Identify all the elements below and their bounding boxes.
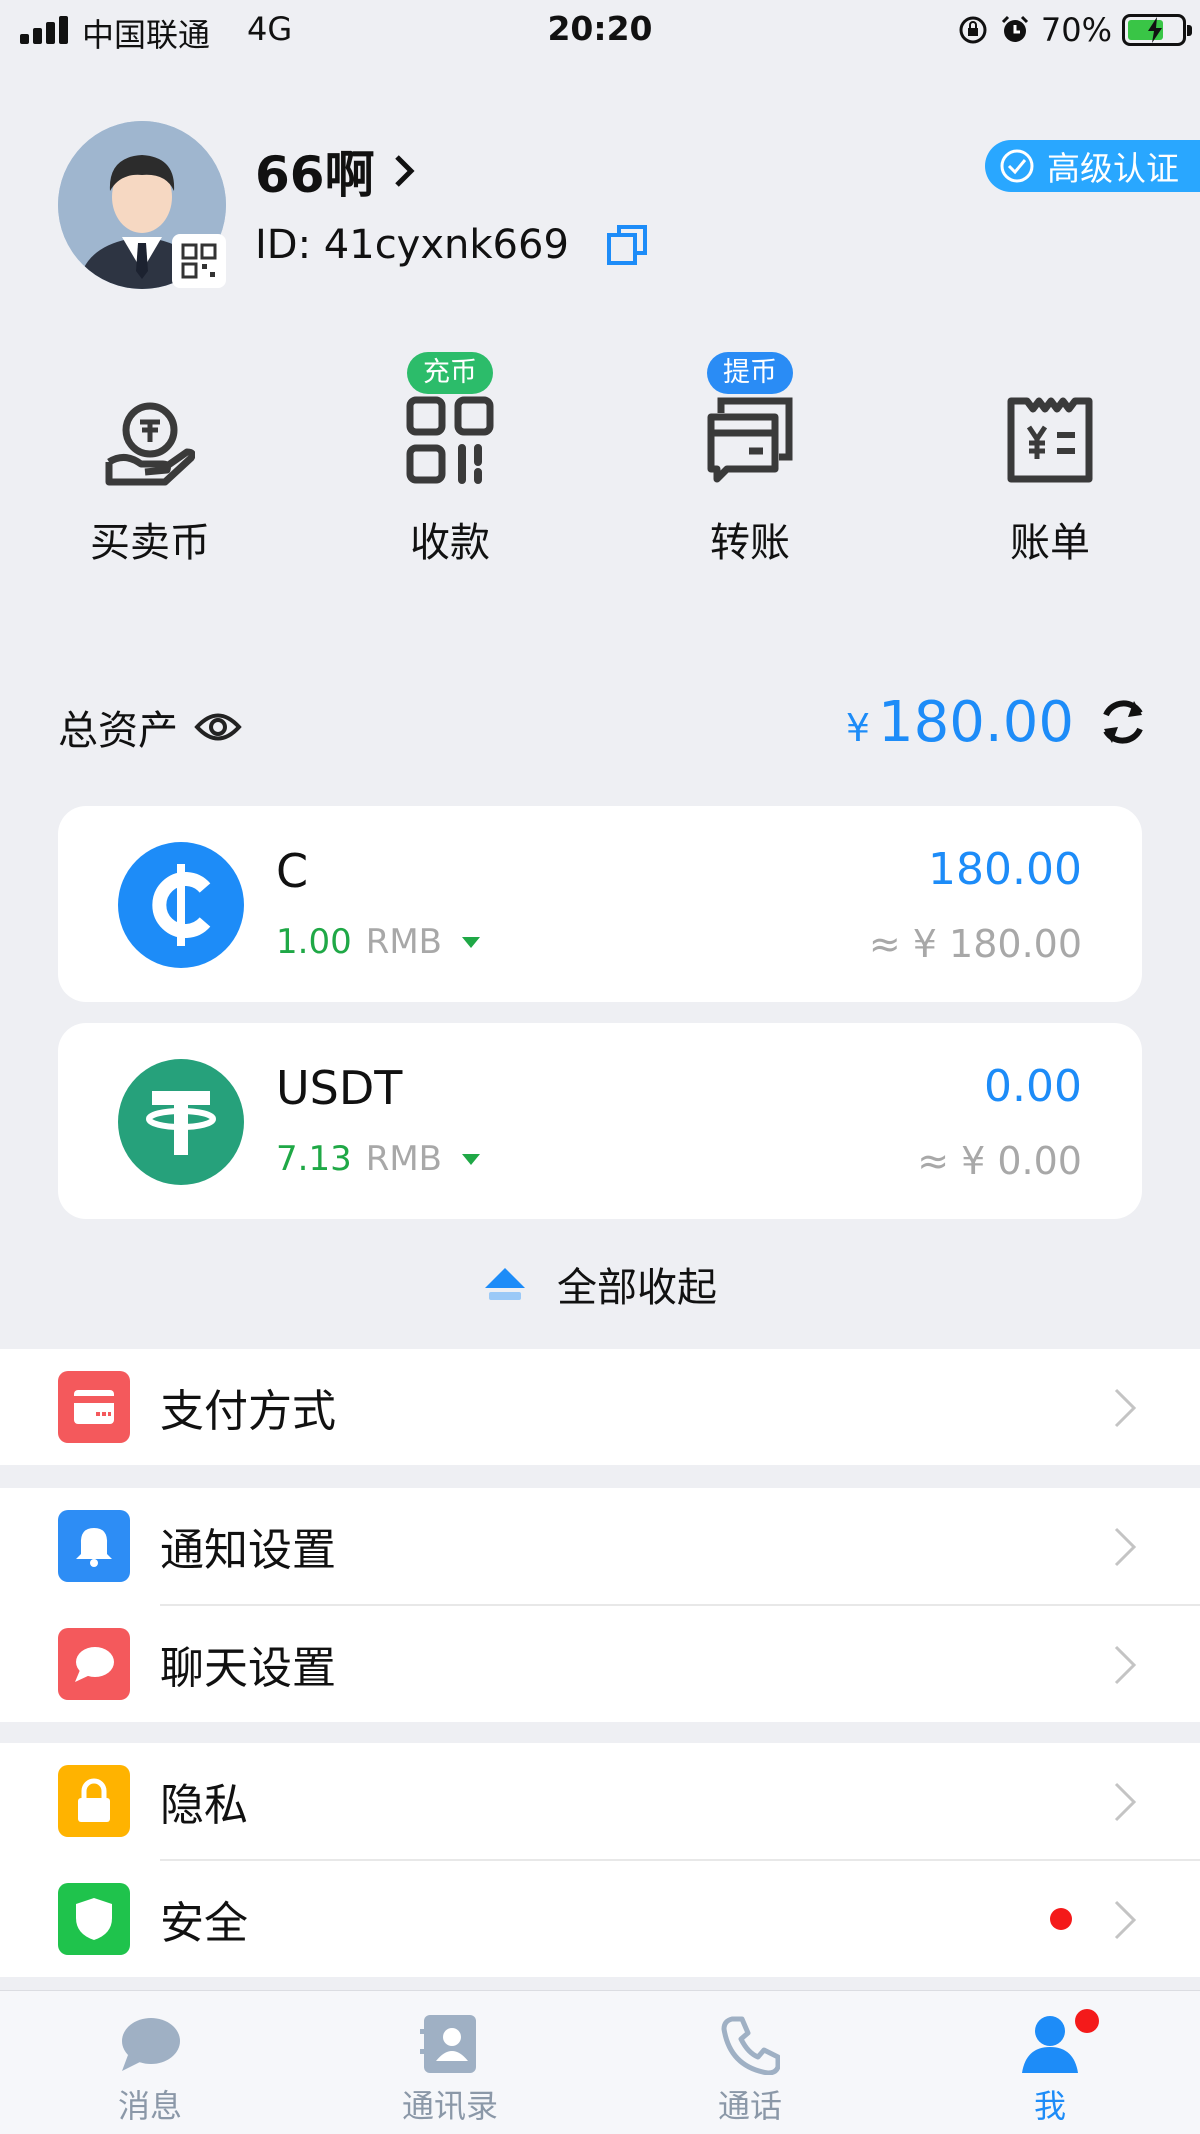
username: 66啊 bbox=[255, 146, 375, 204]
withdraw-tag: 提币 bbox=[707, 352, 793, 394]
alarm-icon bbox=[1001, 15, 1028, 42]
chevron-right-icon bbox=[1114, 1527, 1137, 1567]
coin-rate: 1.00 RMB bbox=[276, 922, 480, 962]
coin-usdt-logo-icon bbox=[118, 1059, 244, 1185]
chevron-right-icon bbox=[1114, 1900, 1137, 1940]
action-label: 收款 bbox=[410, 520, 490, 566]
transfer-icon bbox=[707, 397, 793, 483]
coin-name: C bbox=[276, 844, 309, 898]
total-assets-label: 总资产 bbox=[58, 708, 178, 754]
coin-amount: 0.00 bbox=[984, 1061, 1082, 1112]
action-receive[interactable]: 充币 收款 bbox=[330, 352, 570, 568]
settings-item-label: 支付方式 bbox=[160, 1386, 336, 1437]
chevron-right-icon bbox=[1114, 1388, 1137, 1428]
coin-rmb-equivalent: ≈ ¥ 0.00 bbox=[917, 1139, 1082, 1183]
contacts-icon bbox=[420, 2015, 476, 2073]
settings-item-security[interactable]: 安全 bbox=[0, 1861, 1200, 1977]
notification-dot bbox=[1075, 2009, 1099, 2033]
coin-rate-value: 1.00 bbox=[276, 922, 352, 962]
settings-item-chat[interactable]: 聊天设置 bbox=[0, 1606, 1200, 1722]
coin-amount: 180.00 bbox=[928, 844, 1082, 895]
collapse-up-icon bbox=[485, 1268, 525, 1300]
action-buy-sell[interactable]: 买卖币 bbox=[30, 390, 270, 568]
settings-item-payment[interactable]: 支付方式 bbox=[0, 1349, 1200, 1465]
deposit-tag: 充币 bbox=[407, 352, 493, 394]
tab-me[interactable]: 我 bbox=[900, 1991, 1200, 2134]
rotation-lock-icon bbox=[959, 16, 987, 44]
tab-messages[interactable]: 消息 bbox=[0, 1991, 300, 2134]
settings-item-label: 通知设置 bbox=[160, 1525, 336, 1576]
tab-label: 我 bbox=[1033, 2087, 1066, 2125]
tab-bar: 消息 通讯录 通话 我 bbox=[0, 1990, 1200, 2134]
settings-group-payment: 支付方式 bbox=[0, 1349, 1200, 1465]
copy-icon[interactable] bbox=[605, 223, 649, 267]
coin-rmb-equivalent: ≈ ¥ 180.00 bbox=[868, 922, 1082, 966]
tab-label: 消息 bbox=[117, 2087, 182, 2125]
total-assets-label-row: 总资产 bbox=[58, 698, 242, 756]
coin-rate-value: 7.13 bbox=[276, 1139, 352, 1179]
advanced-verification-badge[interactable]: 高级认证 bbox=[985, 140, 1200, 192]
verify-badge-label: 高级认证 bbox=[1047, 149, 1179, 188]
shield-icon bbox=[58, 1883, 130, 1955]
coin-rate-unit: RMB bbox=[365, 922, 442, 962]
settings-item-label: 安全 bbox=[160, 1898, 248, 1949]
total-assets-amount: 180.00 bbox=[878, 690, 1074, 755]
dropdown-triangle-icon bbox=[462, 1153, 480, 1165]
action-bill[interactable]: 账单 bbox=[930, 390, 1170, 568]
phone-icon bbox=[721, 2016, 780, 2075]
tab-contacts[interactable]: 通讯录 bbox=[300, 1991, 600, 2134]
bell-icon bbox=[58, 1510, 130, 1582]
settings-item-privacy[interactable]: 隐私 bbox=[0, 1743, 1200, 1859]
buy-sell-coin-icon bbox=[105, 402, 195, 486]
status-right: 70% bbox=[957, 10, 1192, 50]
tab-calls[interactable]: 通话 bbox=[600, 1991, 900, 2134]
collapse-all-button[interactable]: 全部收起 bbox=[0, 1255, 1200, 1313]
currency-symbol: ¥ bbox=[845, 706, 871, 750]
tab-label: 通话 bbox=[717, 2087, 782, 2125]
settings-item-label: 聊天设置 bbox=[160, 1643, 336, 1694]
chevron-right-icon bbox=[1114, 1645, 1137, 1685]
chevron-right-icon bbox=[394, 155, 415, 187]
battery-icon bbox=[1122, 14, 1192, 46]
eye-icon[interactable] bbox=[194, 710, 242, 744]
username-link[interactable]: 66啊 bbox=[255, 135, 415, 207]
action-label: 买卖币 bbox=[90, 520, 210, 566]
coin-card-usdt[interactable]: USDT 7.13 RMB 0.00 ≈ ¥ 0.00 bbox=[58, 1023, 1142, 1219]
security-alert-dot bbox=[1050, 1908, 1072, 1930]
dropdown-triangle-icon bbox=[462, 936, 480, 948]
qr-receive-icon bbox=[406, 396, 494, 484]
settings-group-privacy-security: 隐私 安全 bbox=[0, 1743, 1200, 1977]
chevron-right-icon bbox=[1114, 1782, 1137, 1822]
settings-item-notifications[interactable]: 通知设置 bbox=[0, 1488, 1200, 1604]
chat-bubble-icon bbox=[58, 1628, 130, 1700]
me-icon bbox=[1022, 2016, 1078, 2073]
bill-icon bbox=[1007, 397, 1093, 483]
coin-rate-unit: RMB bbox=[365, 1139, 442, 1179]
coin-name: USDT bbox=[276, 1061, 403, 1115]
collapse-all-label: 全部收起 bbox=[557, 1265, 717, 1311]
action-label: 转账 bbox=[710, 520, 790, 566]
tab-label: 通讯录 bbox=[401, 2087, 498, 2125]
lock-icon bbox=[58, 1765, 130, 1837]
action-transfer[interactable]: 提币 转账 bbox=[630, 352, 870, 568]
qr-code-icon[interactable] bbox=[172, 234, 226, 288]
message-icon bbox=[122, 2018, 180, 2071]
coin-rate: 7.13 RMB bbox=[276, 1139, 480, 1179]
status-bar: 中国联通 4G 20:20 70% bbox=[0, 0, 1200, 60]
settings-group-notifications: 通知设置 聊天设置 bbox=[0, 1488, 1200, 1722]
refresh-icon[interactable] bbox=[1096, 695, 1150, 749]
action-label: 账单 bbox=[1010, 520, 1090, 566]
battery-percent: 70% bbox=[1040, 11, 1112, 49]
user-id-row: ID: 41cyxnk669 bbox=[255, 222, 649, 268]
settings-item-label: 隐私 bbox=[160, 1780, 248, 1831]
user-id: ID: 41cyxnk669 bbox=[255, 222, 569, 268]
check-circle-icon bbox=[1000, 149, 1034, 183]
coin-c-logo-icon bbox=[118, 842, 244, 968]
total-assets-value: ¥ 180.00 bbox=[846, 690, 1074, 755]
coin-card-c[interactable]: C 1.00 RMB 180.00 ≈ ¥ 180.00 bbox=[58, 806, 1142, 1002]
payment-card-icon bbox=[58, 1371, 130, 1443]
